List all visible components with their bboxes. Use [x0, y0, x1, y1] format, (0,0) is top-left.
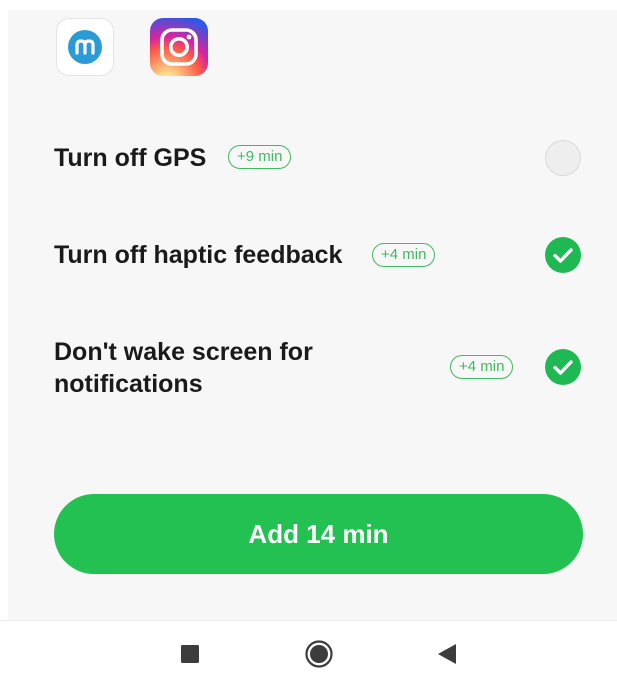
- mylife-icon: [68, 30, 102, 64]
- home-button[interactable]: [304, 639, 334, 669]
- system-navigation-bar: [0, 620, 617, 685]
- checkmark-icon: [553, 360, 573, 375]
- time-badge-haptic: +4 min: [372, 243, 436, 267]
- add-time-button[interactable]: Add 14 min: [54, 494, 583, 574]
- gps-toggle[interactable]: [545, 140, 581, 176]
- wake-screen-toggle[interactable]: [545, 349, 581, 385]
- instagram-app-icon: [150, 18, 208, 76]
- back-button[interactable]: [432, 639, 462, 669]
- instagram-icon: [160, 28, 198, 66]
- home-circle-icon: [305, 640, 333, 668]
- option-label-wake-screen-line1: Don't wake screen for: [54, 338, 313, 366]
- time-badge-wake-screen: +4 min: [450, 355, 514, 379]
- recents-square-icon: [181, 645, 199, 663]
- checkmark-icon: [553, 248, 573, 263]
- back-triangle-icon: [438, 644, 456, 664]
- option-label-gps: Turn off GPS: [54, 144, 207, 172]
- option-row-wake-screen[interactable]: Don't wake screen for notifications: [54, 336, 313, 400]
- option-label-wake-screen-line2: notifications: [54, 370, 203, 398]
- recents-button[interactable]: [175, 639, 205, 669]
- mylife-app-icon: [56, 18, 114, 76]
- haptic-toggle[interactable]: [545, 237, 581, 273]
- option-label-haptic: Turn off haptic feedback: [54, 241, 343, 269]
- time-badge-gps: +9 min: [228, 145, 292, 169]
- option-row-haptic[interactable]: Turn off haptic feedback: [54, 239, 342, 271]
- option-row-gps[interactable]: Turn off GPS: [54, 142, 206, 174]
